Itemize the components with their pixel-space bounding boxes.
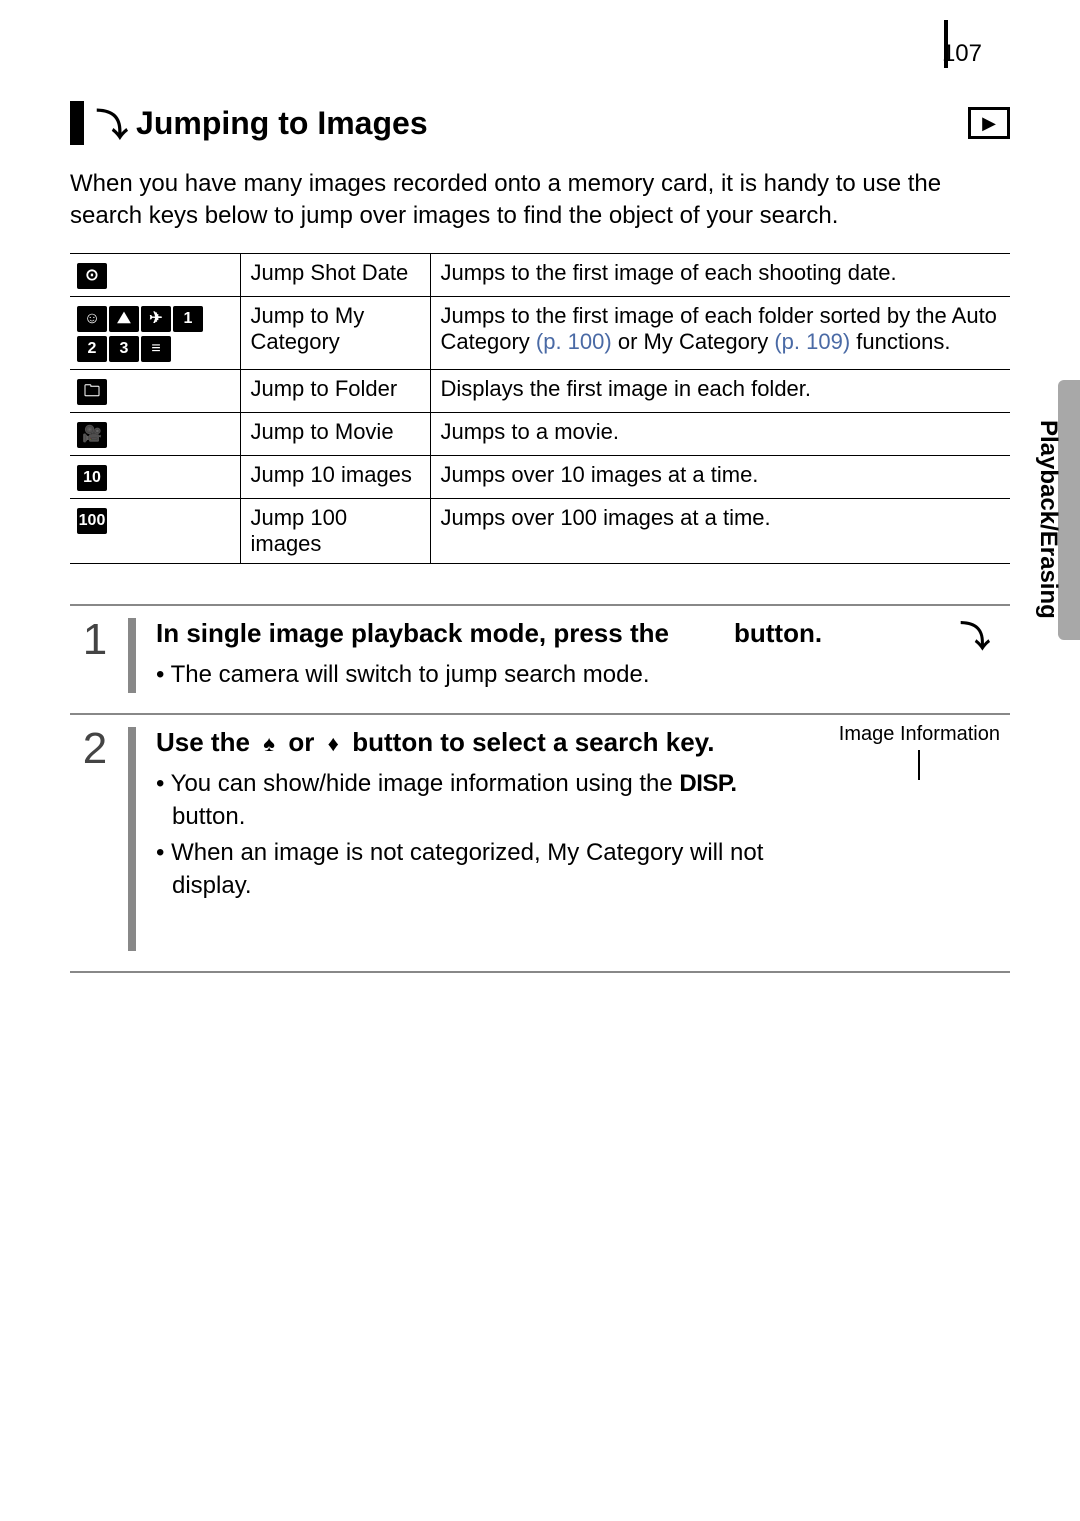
jump100-icon: 100 xyxy=(77,508,107,534)
jump-modes-table: ⊙ Jump Shot Date Jumps to the first imag… xyxy=(70,253,1010,564)
image-info-callout: Image Information xyxy=(839,721,1000,780)
category-icon: 1 xyxy=(173,306,203,332)
category-icon: ✈ xyxy=(141,306,171,332)
row-desc: Jumps to a movie. xyxy=(430,412,1010,455)
row-desc-text: functions. xyxy=(850,329,950,354)
row-name: Jump 100 images xyxy=(240,498,430,563)
row-desc: Displays the first image in each folder. xyxy=(430,369,1010,412)
page-link[interactable]: (p. 109) xyxy=(774,329,850,354)
heading-accent-bar xyxy=(70,101,84,145)
row-icon-cell: ⊙ xyxy=(70,253,240,296)
note-text: button. xyxy=(172,803,245,830)
step-title-text: or xyxy=(288,727,314,757)
category-icon: 2 xyxy=(77,336,107,362)
step-content: Use the ♠ or ♦ button to select a search… xyxy=(156,725,1010,953)
step-2: 2 Use the ♠ or ♦ button to select a sear… xyxy=(70,713,1010,973)
step-number: 2 xyxy=(70,725,120,953)
row-desc: Jumps to the first image of each folder … xyxy=(430,296,1010,369)
category-icon: ⛰ xyxy=(109,306,139,332)
row-icon-cell: 100 xyxy=(70,498,240,563)
shot-date-icon: ⊙ xyxy=(77,263,107,289)
row-desc: Jumps to the first image of each shootin… xyxy=(430,253,1010,296)
row-desc: Jumps over 100 images at a time. xyxy=(430,498,1010,563)
row-name: Jump 10 images xyxy=(240,455,430,498)
folder-icon: 🗀 xyxy=(77,379,107,405)
callout-label: Image Information xyxy=(839,723,1000,745)
category-icon: ☺ xyxy=(77,306,107,332)
row-name: Jump to Movie xyxy=(240,412,430,455)
step-title: Use the ♠ or ♦ button to select a search… xyxy=(156,725,785,760)
row-icon-cell: 🎥 xyxy=(70,412,240,455)
row-name: Jump to Folder xyxy=(240,369,430,412)
step-title-text: button. xyxy=(734,618,822,648)
row-desc: Jumps over 10 images at a time. xyxy=(430,455,1010,498)
jump10-icon: 10 xyxy=(77,465,107,491)
step-title-text: Use the xyxy=(156,727,257,757)
row-desc-text: or My Category xyxy=(612,329,775,354)
table-row: 🗀 Jump to Folder Displays the first imag… xyxy=(70,369,1010,412)
row-name: Jump Shot Date xyxy=(240,253,430,296)
row-icon-cell: 🗀 xyxy=(70,369,240,412)
section-tab-label: Playback/Erasing xyxy=(1034,420,1062,619)
steps-list: 1 ⤵ In single image playback mode, press… xyxy=(70,604,1010,973)
step-divider xyxy=(128,727,136,951)
note-text: You can show/hide image information usin… xyxy=(171,770,680,797)
disp-button-label: DISP. xyxy=(679,770,736,797)
step-title-text: In single image playback mode, press the xyxy=(156,618,676,648)
step-note: When an image is not categorized, My Cat… xyxy=(156,837,785,902)
table-row: ☺⛰✈1 23≡ Jump to My Category Jumps to th… xyxy=(70,296,1010,369)
step-notes: The camera will switch to jump search mo… xyxy=(156,659,1010,691)
step-content: ⤵ In single image playback mode, press t… xyxy=(156,616,1010,695)
step-note: The camera will switch to jump search mo… xyxy=(156,659,1010,691)
callout-leader-line xyxy=(918,750,920,780)
section-intro: When you have many images recorded onto … xyxy=(70,168,1010,233)
step-1: 1 ⤵ In single image playback mode, press… xyxy=(70,604,1010,713)
row-name: Jump to My Category xyxy=(240,296,430,369)
table-row: 🎥 Jump to Movie Jumps to a movie. xyxy=(70,412,1010,455)
page-number: 107 xyxy=(942,40,982,68)
page-link[interactable]: (p. 100) xyxy=(536,329,612,354)
table-row: ⊙ Jump Shot Date Jumps to the first imag… xyxy=(70,253,1010,296)
movie-icon: 🎥 xyxy=(77,422,107,448)
step-divider xyxy=(128,618,136,693)
step-note: You can show/hide image information usin… xyxy=(156,768,785,833)
step-number: 1 xyxy=(70,616,120,695)
category-icon: 3 xyxy=(109,336,139,362)
row-icon-cell: ☺⛰✈1 23≡ xyxy=(70,296,240,369)
row-icon-cell: 10 xyxy=(70,455,240,498)
table-row: 10 Jump 10 images Jumps over 10 images a… xyxy=(70,455,1010,498)
step-title-text: button to select a search key. xyxy=(352,727,714,757)
step-notes: You can show/hide image information usin… xyxy=(156,768,785,902)
table-row: 100 Jump 100 images Jumps over 100 image… xyxy=(70,498,1010,563)
playback-mode-icon: ▶ xyxy=(968,107,1010,139)
up-arrow-icon: ♠ xyxy=(257,731,281,756)
step-title: In single image playback mode, press the… xyxy=(156,616,1010,651)
manual-page: 107 Playback/Erasing ⤵ Jumping to Images… xyxy=(0,0,1080,1033)
jump-icon: ⤵ xyxy=(960,618,990,659)
down-arrow-icon: ♦ xyxy=(322,731,345,756)
section-heading: ⤵ Jumping to Images ▶ xyxy=(70,100,1010,146)
section-title: Jumping to Images xyxy=(136,105,968,142)
category-icon: ≡ xyxy=(141,336,171,362)
jump-icon: ⤵ xyxy=(96,100,128,146)
